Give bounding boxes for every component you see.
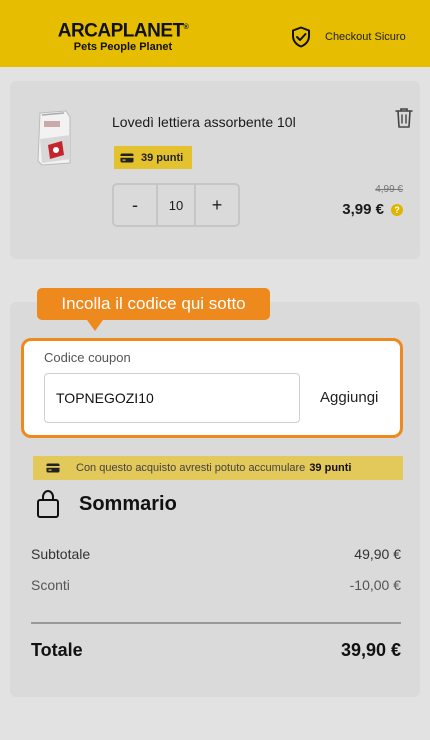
- decrease-quantity-button[interactable]: -: [114, 185, 156, 225]
- coupon-box: Codice coupon Aggiungi: [21, 338, 403, 438]
- price-row: 3,99 € ?: [342, 201, 403, 218]
- coupon-input[interactable]: [44, 373, 300, 423]
- coupon-tooltip: Incolla il codice qui sotto: [37, 288, 270, 320]
- coupon-label: Codice coupon: [44, 350, 131, 365]
- cart-item: Lovedì lettiera assorbente 10l 39 punti …: [10, 81, 420, 259]
- points-badge-label: 39 punti: [141, 151, 184, 164]
- original-price: 4,99 €: [375, 184, 403, 195]
- points-banner-text: Con questo acquisto avresti potuto accum…: [76, 462, 306, 474]
- discount-row: Sconti -10,00 €: [31, 577, 401, 593]
- help-icon[interactable]: ?: [391, 203, 403, 216]
- add-coupon-button[interactable]: Aggiungi: [320, 389, 378, 406]
- header: ARCAPLANET® Pets People Planet Checkout …: [0, 0, 430, 67]
- secure-checkout: Checkout Sicuro: [291, 26, 406, 48]
- product-image[interactable]: [34, 109, 74, 167]
- logo-main: ARCAPLANET®: [57, 20, 189, 42]
- coupon-tooltip-arrow: [87, 320, 103, 331]
- card-icon: [120, 153, 134, 162]
- secure-checkout-label: Checkout Sicuro: [325, 31, 406, 43]
- points-badge: 39 punti: [114, 146, 192, 169]
- discounted-price: 3,99 €: [342, 201, 384, 218]
- bag-icon: [37, 489, 59, 518]
- quantity-value[interactable]: 10: [156, 185, 196, 225]
- subtotal-label: Subtotale: [31, 546, 91, 562]
- logo-tagline: Pets People Planet: [73, 41, 173, 54]
- subtotal-value: 49,90 €: [354, 546, 401, 562]
- points-banner-points: 39 punti: [309, 462, 352, 474]
- points-banner: Con questo acquisto avresti potuto accum…: [33, 456, 403, 480]
- subtotal-row: Subtotale 49,90 €: [31, 546, 401, 562]
- shield-check-icon: [292, 26, 310, 48]
- total-row: Totale 39,90 €: [31, 640, 401, 661]
- summary-header: Sommario: [36, 489, 177, 519]
- quantity-stepper: - 10 +: [112, 183, 240, 227]
- discount-label: Sconti: [31, 577, 70, 593]
- logo[interactable]: ARCAPLANET® Pets People Planet: [53, 18, 193, 54]
- card-icon: [46, 463, 60, 473]
- total-value: 39,90 €: [340, 640, 401, 660]
- divider: [31, 622, 401, 624]
- summary-title: Sommario: [79, 492, 177, 515]
- product-name[interactable]: Lovedì lettiera assorbente 10l: [112, 114, 296, 130]
- increase-quantity-button[interactable]: +: [196, 185, 238, 225]
- trash-icon[interactable]: [394, 107, 414, 129]
- total-label: Totale: [31, 640, 83, 660]
- discount-value: -10,00 €: [349, 577, 401, 593]
